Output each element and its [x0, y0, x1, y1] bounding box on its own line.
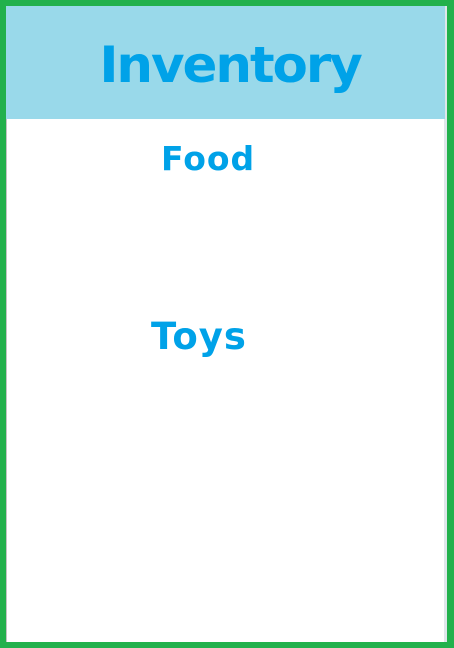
category-toys[interactable]: Toys [151, 318, 247, 355]
category-food[interactable]: Food [161, 142, 255, 175]
inventory-title: Inventory [98, 35, 362, 94]
inventory-header: Inventory [6, 6, 445, 119]
